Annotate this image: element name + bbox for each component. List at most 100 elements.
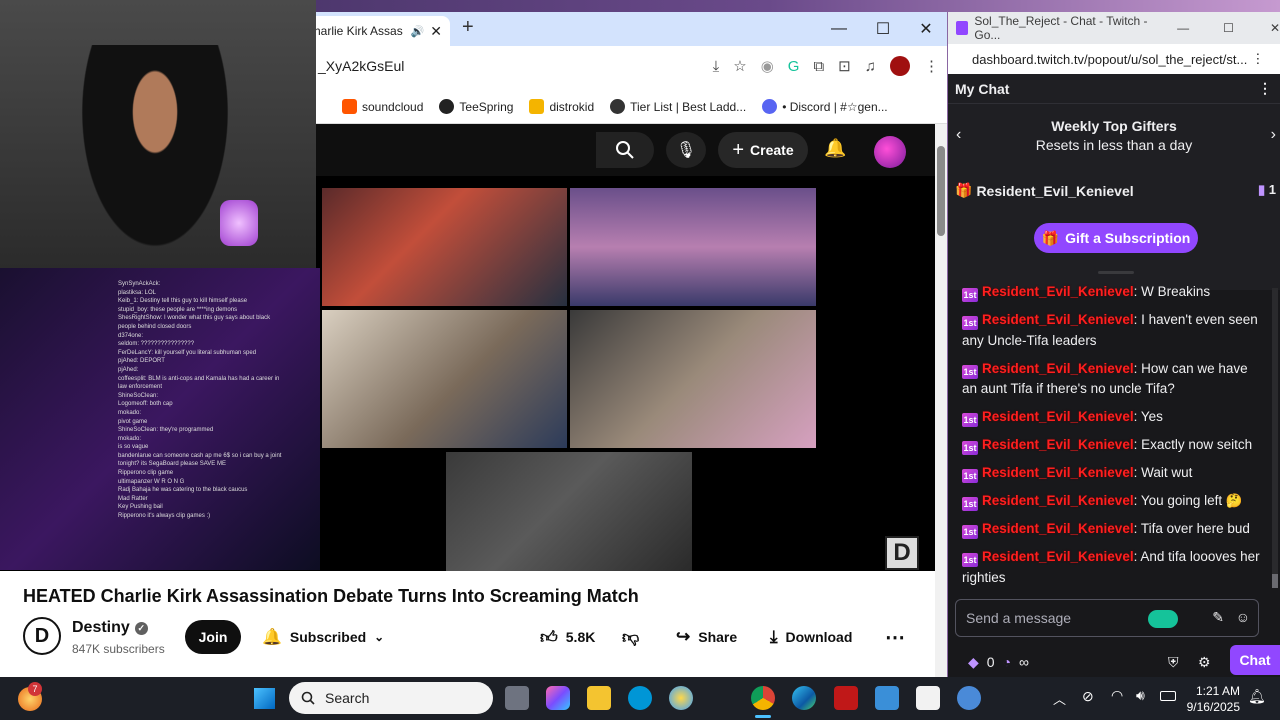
bookmark-teespring[interactable]: TeeSpring: [439, 99, 513, 114]
task-view-icon[interactable]: [505, 686, 529, 710]
chat-message-input[interactable]: Send a message ✎ ☺: [955, 599, 1259, 637]
photos-icon[interactable]: [875, 686, 899, 710]
settings-app-icon[interactable]: [957, 686, 981, 710]
video-tile-guest-1: [322, 310, 567, 448]
top-gifter[interactable]: 🎁 Resident_Evil_Kenievel: [955, 182, 1134, 199]
scrollbar-thumb[interactable]: [1272, 574, 1278, 588]
video-tile-hammock: [570, 188, 816, 306]
bookmark-discord[interactable]: • Discord | #☆gen...: [762, 99, 888, 114]
gear-icon[interactable]: ⚙: [1198, 654, 1211, 671]
network-off-icon[interactable]: ⊘: [1082, 688, 1094, 705]
divider: [1098, 271, 1134, 274]
like-button[interactable]: 👍︎ 5.8K: [540, 620, 595, 654]
page-scrollbar[interactable]: [935, 124, 947, 677]
speaker-icon[interactable]: 🔊︎: [1136, 687, 1145, 704]
minimize-icon[interactable]: —: [1177, 21, 1189, 35]
chat-message: 1st Resident_Evil_Kenievel: Tifa over her…: [962, 521, 1250, 539]
bookmark-soundcloud[interactable]: soundcloud: [342, 99, 423, 114]
url-text[interactable]: _XyA2kGsEul: [318, 58, 404, 74]
search-button[interactable]: [596, 132, 654, 168]
gift-subscription-button[interactable]: 🎁 Gift a Subscription: [1034, 223, 1198, 253]
share-button[interactable]: ↪ Share: [676, 620, 737, 654]
sub-badge-icon: 1st: [962, 288, 978, 302]
shield-icon[interactable]: ⛨: [1168, 654, 1179, 671]
bookmark-star-icon[interactable]: ☆: [733, 57, 746, 75]
maximize-icon[interactable]: ☐: [860, 16, 906, 42]
magic-wand-icon[interactable]: ✎: [1212, 609, 1224, 626]
twitch-url[interactable]: dashboard.twitch.tv/popout/u/sol_the_rej…: [948, 44, 1280, 74]
notification-bell-icon[interactable]: 🔔︎: [1248, 688, 1266, 705]
camera-icon[interactable]: ◉: [761, 57, 774, 75]
extensions-icon[interactable]: ⧉: [813, 58, 824, 75]
system-clock[interactable]: 1:21 AM 9/16/2025: [1186, 683, 1240, 715]
taskbar-search[interactable]: Search: [289, 682, 493, 714]
chat-send-button[interactable]: Chat: [1230, 645, 1280, 675]
browser-tab[interactable]: harlie Kirk Assas 🔊 ✕: [300, 16, 450, 46]
share-arrow-icon: ↪: [676, 627, 691, 646]
weather-icon[interactable]: [669, 686, 693, 710]
mcafee-icon[interactable]: [834, 686, 858, 710]
subscribed-button[interactable]: 🔔 Subscribed ⌄: [256, 620, 390, 654]
edge-icon[interactable]: [792, 686, 816, 710]
download-button[interactable]: ⤓ Download: [770, 620, 852, 654]
create-button[interactable]: + Create: [718, 132, 808, 168]
hp-icon[interactable]: [628, 686, 652, 710]
chevron-up-icon[interactable]: ︿: [1053, 689, 1066, 708]
menu-icon[interactable]: ⋮: [924, 57, 939, 75]
browser-toolbar: ⤓ ☆ ◉ G ⧉ ⊡ ♫ ⋮: [713, 56, 939, 76]
more-options-icon[interactable]: ⋮: [1258, 80, 1272, 97]
twitch-title-bar: Sol_The_Reject - Chat - Twitch - Go... —…: [948, 12, 1280, 44]
battery-icon[interactable]: [1160, 691, 1176, 701]
sub-badge-icon: 1st: [962, 316, 978, 330]
channel-avatar[interactable]: D: [23, 617, 61, 655]
chat-scrollbar[interactable]: [1272, 288, 1278, 588]
media-icon[interactable]: ♫: [865, 58, 876, 75]
bookmark-tier-list[interactable]: Tier List | Best Ladd...: [610, 99, 746, 114]
maximize-icon[interactable]: ☐: [1223, 21, 1234, 35]
speaker-icon[interactable]: 🔊: [411, 25, 425, 38]
windows-taskbar: 7 Search ︿ ⊘ ◠ 🔊︎ 1:21 AM 9/16/2025 🔔︎: [0, 677, 1280, 720]
bookmark-distrokid[interactable]: distrokid: [529, 99, 594, 114]
copilot-icon[interactable]: [546, 686, 570, 710]
close-window-icon[interactable]: ✕: [903, 16, 947, 42]
install-icon[interactable]: ⤓: [713, 58, 720, 75]
channel-name[interactable]: Destiny ✓: [72, 619, 148, 637]
lamp-light: [220, 200, 258, 246]
close-tab-icon[interactable]: ✕: [430, 23, 442, 40]
subscriber-count: 847K subscribers: [72, 642, 165, 656]
grammarly-icon[interactable]: [1148, 610, 1178, 628]
sub-badge-icon: 1st: [962, 553, 978, 567]
wifi-icon[interactable]: ◠: [1111, 687, 1123, 704]
file-explorer-icon[interactable]: [587, 686, 611, 710]
chrome-icon[interactable]: [751, 686, 775, 710]
video-tile-host: [322, 188, 567, 306]
emote-smiley-icon[interactable]: ☺: [1236, 609, 1250, 625]
chevron-right-icon[interactable]: ›: [1271, 126, 1276, 144]
chat-message: 1st Resident_Evil_Kenievel: How can we ha…: [962, 360, 1248, 396]
grammarly-icon[interactable]: G: [788, 58, 800, 75]
gifter-count: ▮ 1: [1257, 182, 1276, 197]
notepad-icon[interactable]: [916, 686, 940, 710]
video-tile-guest-3: [446, 452, 692, 571]
dislike-button[interactable]: 👎︎: [622, 620, 639, 654]
profile-icon[interactable]: [890, 56, 910, 76]
sub-badge-icon: 1st: [962, 525, 978, 539]
microphone-icon: 🎙: [675, 142, 697, 159]
close-window-icon[interactable]: ✕: [1270, 21, 1280, 35]
scrollbar-thumb[interactable]: [937, 146, 945, 236]
notifications-bell-icon[interactable]: 🔔: [824, 138, 846, 159]
gifters-title: Weekly Top Gifters: [1051, 118, 1177, 134]
start-windows-icon[interactable]: [254, 688, 275, 709]
minimize-icon[interactable]: —: [816, 16, 862, 42]
timer-icon[interactable]: ◔: [1003, 654, 1011, 670]
voice-search-button[interactable]: 🎙: [666, 132, 706, 168]
channel-points-icon[interactable]: ◆: [968, 654, 979, 671]
new-tab-icon[interactable]: +: [462, 16, 474, 39]
screen-search-icon[interactable]: ⊡: [838, 57, 851, 75]
distrokid-icon: [529, 99, 545, 114]
sub-badge-icon: 1st: [962, 441, 978, 455]
join-button[interactable]: Join: [185, 620, 241, 654]
menu-icon[interactable]: ⋮: [1251, 51, 1264, 67]
account-avatar[interactable]: [874, 136, 906, 168]
more-actions-icon[interactable]: ⋯: [885, 620, 905, 654]
